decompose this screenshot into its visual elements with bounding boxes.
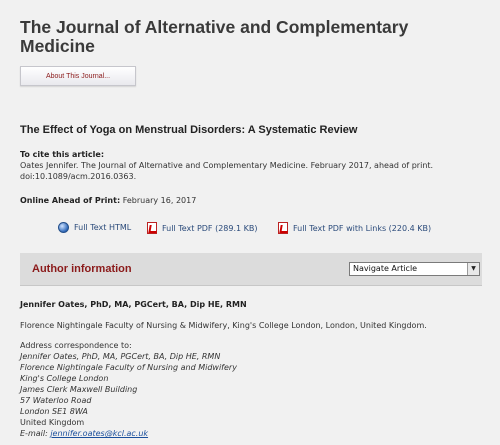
address-line: 57 Waterloo Road bbox=[20, 396, 92, 405]
pdf-icon bbox=[278, 222, 288, 234]
about-journal-button[interactable]: About This Journal... bbox=[20, 66, 136, 86]
full-text-pdf-links-label: Full Text PDF with Links (220.4 KB) bbox=[293, 223, 432, 233]
full-text-pdf-links-link[interactable]: Full Text PDF with Links (220.4 KB) bbox=[278, 222, 431, 234]
html-globe-icon bbox=[58, 222, 69, 233]
cite-label: To cite this article: bbox=[20, 150, 105, 159]
full-text-html-link[interactable]: Full Text HTML bbox=[58, 222, 131, 233]
online-label: Online Ahead of Print: bbox=[20, 196, 121, 205]
author-affiliation: Florence Nightingale Faculty of Nursing … bbox=[20, 321, 427, 330]
author-info-heading: Author information bbox=[32, 263, 132, 275]
citation-text: Oates Jennifer. The Journal of Alternati… bbox=[20, 161, 434, 181]
online-ahead-of-print: Online Ahead of Print: February 16, 2017 bbox=[20, 195, 196, 206]
article-title: The Effect of Yoga on Menstrual Disorder… bbox=[20, 124, 358, 136]
address-label: Address correspondence to: bbox=[20, 341, 132, 350]
address-line: James Clerk Maxwell Building bbox=[20, 385, 138, 394]
address-line: London SE1 8WA bbox=[20, 407, 88, 416]
email-line: E-mail: jennifer.oates@kcl.ac.uk bbox=[20, 428, 485, 439]
email-label: E-mail: bbox=[20, 429, 48, 438]
journal-title: The Journal of Alternative and Complemen… bbox=[20, 17, 409, 56]
address-country: United Kingdom bbox=[20, 418, 85, 427]
correspondence-address: Address correspondence to: Jennifer Oate… bbox=[20, 340, 485, 439]
full-text-pdf-label: Full Text PDF (289.1 KB) bbox=[162, 223, 258, 233]
address-line: Jennifer Oates, PhD, MA, PGCert, BA, Dip… bbox=[20, 352, 221, 361]
online-date: February 16, 2017 bbox=[122, 196, 197, 205]
navigate-article-value: Navigate Article bbox=[353, 264, 418, 273]
author-name: Jennifer Oates, PhD, MA, PGCert, BA, Dip… bbox=[20, 300, 247, 309]
address-line: King's College London bbox=[20, 374, 109, 383]
navigate-article-select[interactable]: Navigate Article ▼ bbox=[349, 262, 480, 276]
chevron-down-icon[interactable]: ▼ bbox=[467, 263, 479, 275]
pdf-icon bbox=[147, 222, 157, 234]
full-text-pdf-link[interactable]: Full Text PDF (289.1 KB) bbox=[147, 222, 258, 234]
email-link[interactable]: jennifer.oates@kcl.ac.uk bbox=[50, 429, 148, 438]
address-line: Florence Nightingale Faculty of Nursing … bbox=[20, 363, 237, 372]
full-text-html-label: Full Text HTML bbox=[74, 223, 132, 232]
